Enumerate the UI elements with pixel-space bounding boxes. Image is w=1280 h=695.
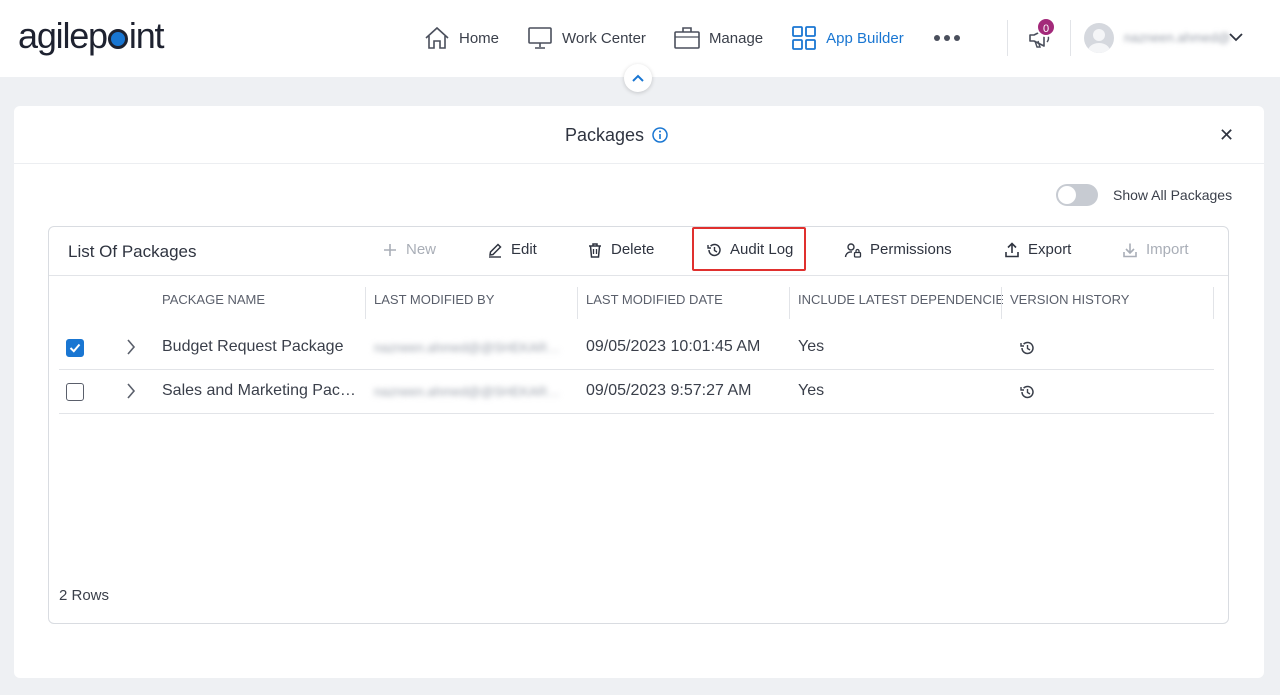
version-history-icon[interactable]: [1019, 384, 1035, 400]
grid-icon: [792, 26, 817, 50]
main-nav: Home Work Center Manage App Builder: [424, 20, 960, 56]
agilepoint-logo[interactable]: agilep int: [18, 15, 165, 56]
nav-app-builder-label: App Builder: [826, 29, 904, 47]
edit-button[interactable]: Edit: [487, 241, 537, 258]
include-dependencies-cell: Yes: [798, 382, 825, 399]
last-modified-by-cell: nazneen.ahmed@@SHEKARSHAB...: [374, 384, 564, 399]
monitor-icon: [528, 27, 552, 49]
table-row[interactable]: Sales and Marketing Package nazneen.ahme…: [59, 370, 1214, 414]
column-resizer[interactable]: [577, 287, 578, 319]
audit-log-button[interactable]: Audit Log: [706, 241, 793, 258]
new-button[interactable]: New: [382, 241, 436, 258]
new-label: New: [406, 241, 437, 258]
pencil-icon: [489, 242, 502, 258]
package-name-cell[interactable]: Budget Request Package: [162, 338, 357, 356]
nav-home[interactable]: Home: [424, 26, 499, 50]
import-button[interactable]: Import: [1122, 241, 1189, 258]
chevron-up-icon: [632, 74, 644, 82]
last-modified-by-cell: nazneen.ahmed@@SHEKARSHAB...: [374, 340, 564, 355]
logo-text-start: agilep: [18, 15, 108, 56]
edit-label: Edit: [511, 241, 537, 258]
close-icon[interactable]: ✕: [1219, 126, 1234, 144]
list-title: List Of Packages: [68, 242, 197, 261]
upload-icon: [1005, 241, 1019, 257]
info-icon[interactable]: [652, 127, 668, 143]
row-count: 2 Rows: [59, 587, 110, 604]
trash-icon: [589, 242, 601, 258]
user-lock-icon: [844, 242, 862, 258]
last-modified-date-cell: 09/05/2023 9:57:27 AM: [586, 382, 752, 399]
collapse-header-button[interactable]: [624, 64, 652, 92]
notification-badge: 0: [1036, 17, 1056, 37]
column-header-version-history[interactable]: VERSION HISTORY: [1010, 292, 1210, 307]
permissions-button[interactable]: Permissions: [844, 241, 952, 258]
home-icon: [425, 26, 449, 49]
package-name-cell[interactable]: Sales and Marketing Package: [162, 382, 357, 400]
column-header-last-modified-by[interactable]: LAST MODIFIED BY: [374, 292, 569, 307]
panel-header: Packages ✕: [14, 106, 1264, 164]
column-resizer[interactable]: [789, 287, 790, 319]
table-row[interactable]: Budget Request Package nazneen.ahmed@@SH…: [59, 326, 1214, 370]
package-list-card: List Of Packages New Edit Delete Audit L…: [48, 226, 1229, 624]
nav-manage-label: Manage: [708, 29, 764, 47]
nav-work-center-label: Work Center: [562, 29, 646, 47]
toolbar-divider: [49, 275, 1228, 276]
export-button[interactable]: Export: [1004, 241, 1071, 258]
audit-log-label: Audit Log: [730, 241, 794, 258]
column-header-last-modified-date[interactable]: LAST MODIFIED DATE: [586, 292, 781, 307]
logo-dot: [107, 29, 128, 49]
packages-panel: Packages ✕ Show All Packages List Of Pac…: [14, 106, 1264, 678]
delete-button[interactable]: Delete: [587, 241, 654, 258]
row-checkbox[interactable]: [66, 383, 84, 401]
nav-work-center[interactable]: Work Center: [527, 26, 646, 50]
column-header-package-name[interactable]: PACKAGE NAME: [162, 292, 357, 307]
download-icon: [1123, 243, 1137, 257]
history-icon: [707, 243, 721, 256]
page-title: Packages: [565, 125, 645, 145]
chevron-down-icon[interactable]: [1228, 31, 1244, 43]
column-header-include-latest-dependencies[interactable]: INCLUDE LATEST DEPENDENCIES: [798, 292, 1003, 307]
logo-text-end: int: [128, 15, 165, 56]
nav-app-builder[interactable]: App Builder: [791, 26, 904, 50]
version-history-icon[interactable]: [1019, 340, 1035, 356]
column-resizer[interactable]: [1213, 287, 1214, 319]
nav-divider: [1070, 20, 1071, 56]
nav-home-label: Home: [459, 29, 500, 47]
delete-label: Delete: [611, 241, 655, 258]
include-dependencies-cell: Yes: [798, 338, 825, 355]
export-label: Export: [1028, 241, 1072, 258]
checkmark-icon: [69, 343, 81, 353]
column-resizer[interactable]: [1001, 287, 1002, 319]
chevron-right-icon[interactable]: [125, 382, 137, 400]
briefcase-icon: [674, 27, 700, 49]
more-menu-icon[interactable]: [933, 35, 960, 41]
show-all-packages-toggle[interactable]: [1056, 184, 1098, 206]
username-label[interactable]: nazneen.ahmed@: [1124, 30, 1230, 45]
user-avatar[interactable]: [1084, 23, 1114, 53]
show-all-packages-label: Show All Packages: [1113, 187, 1233, 203]
permissions-label: Permissions: [870, 241, 952, 258]
chevron-right-icon[interactable]: [125, 338, 137, 356]
table-header: PACKAGE NAME LAST MODIFIED BY LAST MODIF…: [59, 283, 1214, 319]
row-checkbox[interactable]: [66, 339, 84, 357]
plus-icon: [384, 243, 396, 256]
nav-divider: [1007, 20, 1008, 56]
last-modified-date-cell: 09/05/2023 10:01:45 AM: [586, 338, 761, 355]
column-resizer[interactable]: [365, 287, 366, 319]
import-label: Import: [1146, 241, 1189, 258]
nav-manage[interactable]: Manage: [674, 26, 763, 50]
